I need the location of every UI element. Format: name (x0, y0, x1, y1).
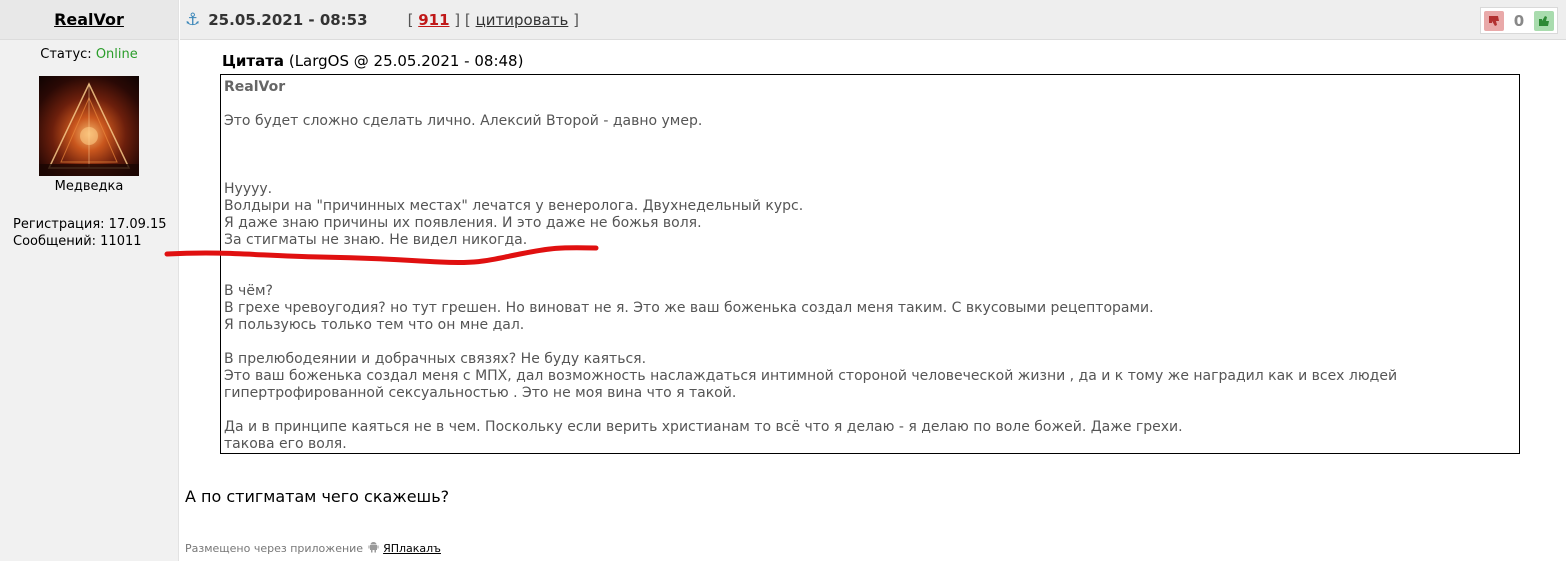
quote-line: Волдыри на "причинных местах" лечатся у … (224, 198, 804, 214)
thumb-up-icon[interactable] (1534, 10, 1554, 31)
quote-line: Да и в принципе каяться не в чем. Поскол… (224, 419, 1183, 435)
quote-line: Я даже знаю причины их появления. И это … (224, 215, 702, 231)
message-count: Сообщений: 11011 (13, 234, 142, 249)
user-info-panel: RealVor Статус: Online Медведка Регистра… (0, 0, 179, 561)
user-status: Статус: Online (0, 47, 178, 62)
thumb-down-icon[interactable] (1484, 10, 1504, 31)
quote-line: Это ваш боженька создал меня с МПХ, дал … (224, 368, 1398, 384)
quote-line: В грехе чревоугодия? но тут грешен. Но в… (224, 300, 1154, 316)
app-link[interactable]: ЯПлакалъ (383, 542, 441, 555)
post-panel: ⚓ 25.05.2021 - 08:53 [ 911 ] [ цитироват… (180, 0, 1566, 561)
quote-line: В чём? (224, 283, 273, 299)
rating-value: 0 (1513, 11, 1525, 30)
quote-meta: (LargOS @ 25.05.2021 - 08:48) (288, 52, 524, 70)
anchor-icon[interactable]: ⚓ (185, 10, 200, 30)
user-stats: Регистрация: 17.09.15 Сообщений: 11011 (13, 216, 178, 250)
post-number-link[interactable]: 911 (418, 11, 449, 29)
registration-date: Регистрация: 17.09.15 (13, 217, 167, 232)
rating-box: 0 (1480, 7, 1558, 34)
post-date: 25.05.2021 - 08:53 (208, 10, 368, 29)
quote-author: RealVor (224, 79, 286, 95)
post-header: ⚓ 25.05.2021 - 08:53 [ 911 ] [ цитироват… (180, 0, 1566, 40)
status-label: Статус: (40, 47, 92, 62)
user-header: RealVor (0, 0, 178, 40)
avatar[interactable] (39, 76, 139, 176)
quote-line: Это будет сложно сделать лично. Алексий … (224, 113, 703, 129)
quote-link[interactable]: цитировать (476, 11, 569, 29)
quote-line: Я пользуюсь только тем что он мне дал. (224, 317, 525, 333)
quote-label: Цитата (222, 52, 285, 70)
username-link[interactable]: RealVor (54, 10, 124, 29)
bracket-close: ] (573, 10, 579, 29)
quote-title: Цитата (LargOS @ 25.05.2021 - 08:48) (222, 52, 523, 70)
quote-line: такова его воля. (224, 436, 347, 452)
post-links: [ 911 ] [ цитировать ] (408, 11, 579, 29)
quote-box: RealVor Это будет сложно сделать лично. … (220, 74, 1520, 454)
android-icon (368, 541, 379, 556)
avatar-caption: Медведка (54, 179, 124, 194)
quote-line: За стигматы не знаю. Не видел никогда. (224, 232, 528, 248)
footer-prefix: Размещено через приложение (185, 542, 364, 555)
avatar-art-icon (39, 82, 139, 176)
quote-line: гипертрофированной сексуальностью . Это … (224, 385, 737, 401)
status-online: Online (95, 47, 138, 62)
bracket-open: [ (407, 10, 414, 29)
post-footer: Размещено через приложение ЯПлакалъ (185, 541, 441, 556)
reply-text: А по стигматам чего скажешь? (185, 487, 450, 506)
quote-line: В прелюбодеянии и добрачных связях? Не б… (224, 351, 647, 367)
quote-line: Нуууу. (224, 181, 273, 197)
bracket-mid: ] [ (454, 10, 471, 29)
